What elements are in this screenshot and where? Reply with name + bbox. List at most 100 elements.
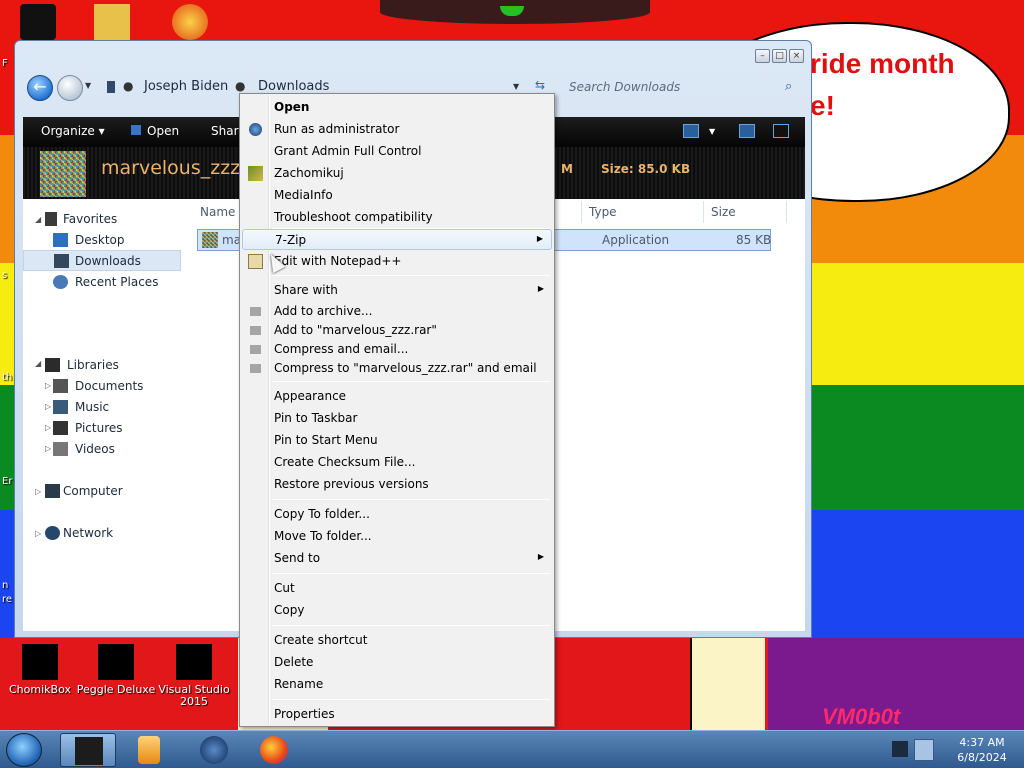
menu-item-label: Properties — [274, 707, 335, 721]
menu-item-label: Rename — [274, 677, 324, 691]
breadcrumb-user[interactable]: Joseph Biden — [144, 79, 228, 94]
preview-pane-icon[interactable] — [739, 124, 755, 138]
desktop-app-icon[interactable] — [172, 4, 208, 40]
desktop-recycle-bin-icon[interactable] — [20, 4, 56, 40]
menu-item-troubleshoot[interactable]: Troubleshoot compatibility — [242, 207, 552, 228]
menu-item-run-as-admin[interactable]: Run as administrator — [242, 119, 552, 140]
menu-item-7zip[interactable]: 7-Zip ▶ — [242, 229, 552, 250]
nav-pictures[interactable]: Pictures — [53, 418, 185, 438]
menu-item-pin-taskbar[interactable]: Pin to Taskbar — [242, 408, 552, 429]
menu-item-send-to[interactable]: Send to ▶ — [242, 548, 552, 569]
nav-libraries[interactable]: Libraries — [45, 355, 185, 375]
system-tray[interactable] — [886, 733, 940, 767]
desktop-icon-chomikbox[interactable]: ChomikBox — [0, 644, 80, 696]
clock[interactable]: 4:37 AM 6/8/2024 — [940, 733, 1024, 767]
nav-recent-places[interactable]: Recent Places — [53, 272, 185, 292]
navigation-pane: ◢ Favorites Desktop Downloads Recent Pla… — [23, 199, 191, 631]
start-button[interactable] — [6, 733, 42, 767]
menu-item-checksum[interactable]: Create Checksum File... — [242, 452, 552, 473]
forward-arrow-icon[interactable] — [57, 75, 83, 101]
menu-item-compress-email[interactable]: Compress and email... — [242, 339, 552, 360]
view-dropdown-icon[interactable]: ▼ — [709, 127, 715, 136]
menu-item-appearance[interactable]: Appearance — [242, 386, 552, 407]
menu-item-mediainfo[interactable]: MediaInfo — [242, 185, 552, 206]
menu-item-properties[interactable]: Properties — [242, 704, 552, 725]
menu-item-pin-start[interactable]: Pin to Start Menu — [242, 430, 552, 451]
menu-item-label: Edit with Notepad++ — [274, 254, 402, 268]
expand-icon[interactable]: ▷ — [35, 487, 41, 496]
nav-desktop[interactable]: Desktop — [53, 230, 185, 250]
menu-item-label: Create shortcut — [274, 633, 368, 647]
menu-item-move-to-folder[interactable]: Move To folder... — [242, 526, 552, 547]
collapse-icon[interactable]: ◢ — [35, 215, 41, 224]
menu-item-add-to-rar[interactable]: Add to "marvelous_zzz.rar" — [242, 320, 552, 341]
back-arrow-icon[interactable]: ← — [27, 75, 53, 101]
menu-item-label: Copy To folder... — [274, 507, 370, 521]
minimize-button[interactable]: – — [755, 49, 770, 63]
breadcrumb-downloads[interactable]: Downloads — [258, 79, 329, 94]
menu-item-copy[interactable]: Copy — [242, 600, 552, 621]
organize-button[interactable]: Organize ▾ — [41, 124, 105, 138]
desktop-icon-visual-studio[interactable]: Visual Studio 2015 — [154, 644, 234, 708]
chomikbox-icon — [22, 644, 58, 680]
help-icon[interactable] — [773, 124, 789, 138]
menu-item-share-with[interactable]: Share with ▶ — [242, 280, 552, 301]
taskbar-button-firefox[interactable] — [246, 733, 302, 767]
nav-downloads[interactable]: Downloads — [23, 250, 181, 271]
expand-icon[interactable]: ▷ — [45, 381, 51, 390]
search-input[interactable] — [569, 77, 779, 97]
menu-item-label: Move To folder... — [274, 529, 372, 543]
expand-icon[interactable]: ▷ — [45, 444, 51, 453]
history-dropdown-icon[interactable]: ▼ — [85, 81, 91, 90]
volume-tray-icon[interactable] — [914, 739, 934, 761]
open-button[interactable]: Open — [131, 124, 179, 138]
menu-item-open[interactable]: Open — [242, 97, 552, 118]
expand-icon[interactable]: ▷ — [35, 529, 41, 538]
taskbar-button-explorer[interactable] — [60, 733, 116, 767]
maximize-button[interactable]: □ — [772, 49, 787, 63]
network-tray-icon[interactable] — [892, 741, 908, 757]
expand-icon[interactable]: ▷ — [45, 402, 51, 411]
menu-item-cut[interactable]: Cut — [242, 578, 552, 599]
desktop-folder-icon[interactable] — [94, 4, 130, 40]
menu-item-edit-notepadpp[interactable]: Edit with Notepad++ — [242, 251, 552, 272]
nav-computer[interactable]: Computer — [45, 481, 185, 501]
close-button[interactable]: × — [789, 49, 804, 63]
bubble-text-line2: e! — [810, 90, 835, 121]
search-box[interactable]: ⌕ — [563, 75, 803, 99]
search-icon[interactable]: ⌕ — [785, 79, 792, 94]
taskbar-button-globe[interactable] — [186, 733, 242, 767]
menu-item-restore-versions[interactable]: Restore previous versions — [242, 474, 552, 495]
column-separator[interactable] — [786, 201, 787, 223]
menu-item-copy-to-folder[interactable]: Copy To folder... — [242, 504, 552, 525]
nav-videos[interactable]: Videos — [53, 439, 185, 459]
menu-item-delete[interactable]: Delete — [242, 652, 552, 673]
desktop-icon-label: ChomikBox — [9, 683, 71, 696]
menu-item-grant-admin[interactable]: Grant Admin Full Control — [242, 141, 552, 162]
nav-label: Videos — [75, 442, 115, 456]
nav-music[interactable]: Music — [53, 397, 185, 417]
menu-item-add-to-archive[interactable]: Add to archive... — [242, 301, 552, 322]
nav-network[interactable]: Network — [45, 523, 185, 543]
menu-item-create-shortcut[interactable]: Create shortcut — [242, 630, 552, 651]
taskbar-button-media-player[interactable] — [122, 733, 178, 767]
menu-item-rename[interactable]: Rename — [242, 674, 552, 695]
expand-icon[interactable]: ▷ — [45, 423, 51, 432]
nav-favorites[interactable]: Favorites — [45, 209, 185, 229]
desktop-icon-peggle[interactable]: Peggle Deluxe — [76, 644, 156, 696]
refresh-icon[interactable]: ⇆ — [535, 78, 545, 92]
collapse-icon[interactable]: ◢ — [35, 359, 41, 368]
column-header-size[interactable]: Size — [711, 205, 736, 219]
column-header-type[interactable]: Type — [589, 205, 617, 219]
menu-item-zachomikuj[interactable]: Zachomikuj — [242, 163, 552, 184]
column-header-name[interactable]: Name — [200, 205, 235, 219]
address-dropdown-icon[interactable]: ▼ — [513, 82, 519, 91]
view-icon[interactable] — [683, 124, 699, 138]
menu-item-compress-rar-email[interactable]: Compress to "marvelous_zzz.rar" and emai… — [242, 358, 552, 379]
column-separator[interactable] — [703, 201, 704, 223]
globe-icon — [200, 736, 228, 764]
nav-documents[interactable]: Documents — [53, 376, 185, 396]
column-separator[interactable] — [581, 201, 582, 223]
nav-label: Downloads — [75, 254, 141, 268]
nav-label: Favorites — [63, 212, 118, 226]
